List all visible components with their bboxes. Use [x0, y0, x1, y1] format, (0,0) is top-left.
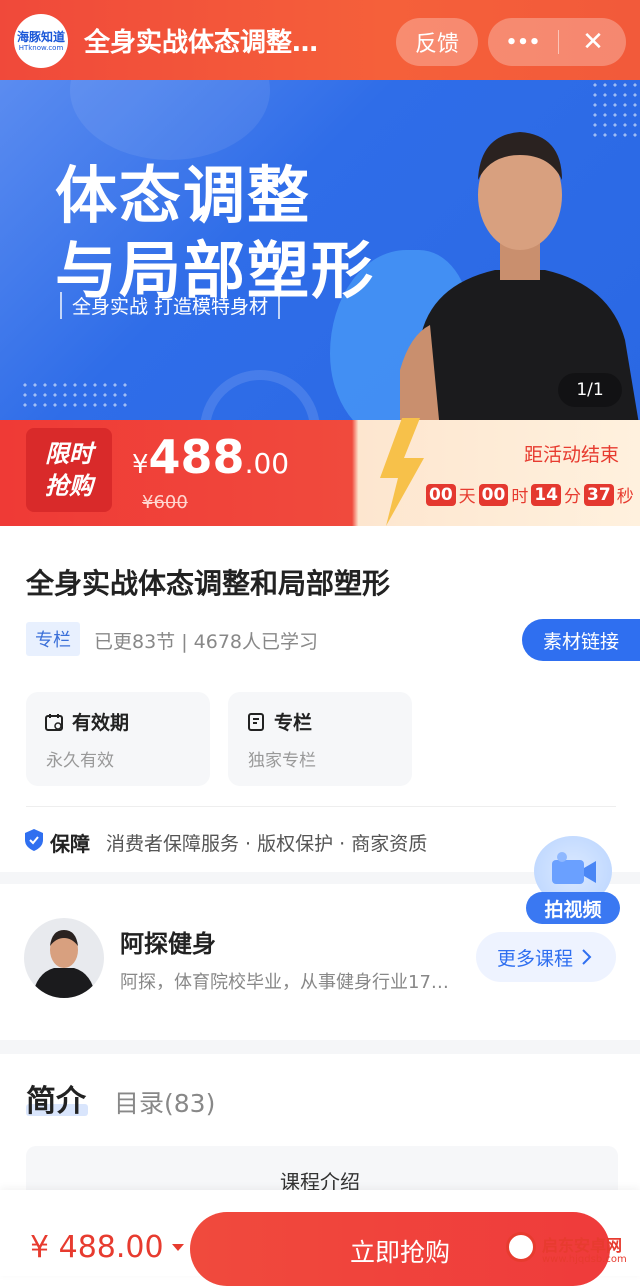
original-price: ¥600 — [142, 492, 188, 513]
column-title: 专栏 — [274, 712, 313, 734]
guarantee-label: 保障 — [50, 832, 90, 856]
close-icon[interactable]: ✕ — [562, 18, 624, 66]
countdown-unit: 分 — [564, 487, 582, 507]
guarantee-items[interactable]: 消费者保障服务 · 版权保护 · 商家资质 — [106, 829, 427, 856]
material-link-button[interactable]: 素材链接 — [522, 619, 640, 661]
countdown-timer: 00 天 00 时 14 分 37 秒 — [426, 482, 637, 507]
logo-text: 海豚知道 — [16, 29, 65, 44]
countdown-unit: 秒 — [616, 487, 634, 507]
app-logo: 海豚知道 HTknow.com — [14, 14, 68, 68]
watermark-url: www.hjqdsb.com — [542, 1254, 627, 1265]
window-title: 全身实战体态调整… — [84, 28, 319, 58]
shoot-video-widget[interactable]: 拍视频 — [526, 836, 620, 926]
watermark-text: 启东安卓网 — [542, 1236, 623, 1255]
bottom-price: ¥ 488.00 — [30, 1230, 164, 1265]
more-courses-button[interactable]: 更多课程 — [476, 932, 616, 982]
caret-down-icon[interactable] — [172, 1244, 184, 1251]
more-options-icon[interactable]: ••• — [490, 18, 556, 66]
teacher-description: 阿探，体育院校毕业，从事健身行业17… — [120, 972, 449, 993]
capsule-divider — [558, 30, 559, 54]
tab-catalog[interactable]: 目录(83) — [114, 1084, 215, 1120]
teacher-name: 阿探健身 — [120, 930, 216, 958]
flash-sale-tag-line1: 限时 — [45, 440, 93, 468]
countdown-days: 00 — [426, 483, 456, 506]
feedback-button[interactable]: 反馈 — [396, 18, 478, 66]
tab-intro[interactable]: 简介 — [26, 1076, 86, 1120]
course-meta: 已更83节 | 4678人已学习 — [94, 631, 319, 653]
teacher-photo — [32, 930, 96, 998]
countdown-minutes: 14 — [531, 483, 562, 506]
validity-card: 有效期 永久有效 — [26, 692, 210, 786]
watermark: 启东安卓网 www.hjqdsb.com — [506, 1230, 638, 1274]
column-icon — [248, 712, 264, 731]
price-decimal: .00 — [244, 447, 290, 480]
banner-pager: 1/1 — [558, 373, 622, 407]
teacher-avatar[interactable] — [24, 918, 104, 998]
price-currency: ¥ — [132, 450, 149, 480]
column-value: 独家专栏 — [248, 751, 316, 771]
watermark-logo-icon — [506, 1232, 536, 1262]
column-card: 专栏 独家专栏 — [228, 692, 412, 786]
course-banner[interactable]: 体态调整 与局部塑形 全身实战 打造模特身材 1/1 — [0, 80, 640, 430]
shield-icon — [25, 829, 43, 851]
course-title: 全身实战体态调整和局部塑形 — [26, 567, 391, 600]
sale-price: ¥488.00 — [132, 430, 289, 484]
countdown-unit: 天 — [458, 487, 476, 507]
logo-subtext: HTknow.com — [18, 43, 64, 52]
banner-subtitle: 全身实战 打造模特身材 — [60, 292, 281, 319]
section-gap — [0, 1040, 640, 1054]
countdown-label: 距活动结束 — [524, 444, 620, 466]
countdown-hours: 00 — [478, 483, 509, 506]
lightning-icon — [380, 418, 424, 526]
validity-title: 有效期 — [72, 712, 130, 734]
price-integer: 488 — [148, 430, 245, 484]
flash-sale-tag: 限时 抢购 — [26, 428, 112, 512]
flash-sale-tag-line2: 抢购 — [45, 472, 93, 500]
countdown-unit: 时 — [511, 487, 529, 507]
column-badge: 专栏 — [26, 622, 80, 656]
countdown-seconds: 37 — [584, 483, 614, 506]
calendar-icon — [45, 713, 63, 731]
shoot-video-label: 拍视频 — [526, 892, 620, 924]
banner-dots-decoration — [20, 380, 130, 410]
validity-value: 永久有效 — [46, 751, 114, 771]
more-courses-label: 更多课程 — [496, 947, 573, 970]
video-camera-icon — [552, 852, 596, 884]
divider — [26, 806, 616, 807]
chevron-right-icon — [582, 949, 592, 965]
